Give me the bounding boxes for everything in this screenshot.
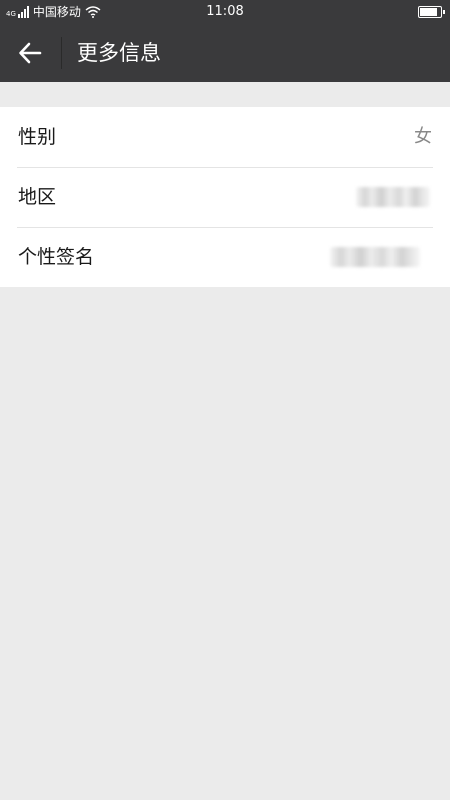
page-title: 更多信息 xyxy=(77,41,161,65)
battery-level xyxy=(420,8,437,16)
signature-value-blurred xyxy=(330,247,420,267)
back-button[interactable] xyxy=(12,35,48,71)
list-item-region[interactable]: 地区 xyxy=(0,167,450,227)
signature-label: 个性签名 xyxy=(18,246,95,268)
gender-label: 性别 xyxy=(18,126,57,148)
app-header: 更多信息 xyxy=(0,24,450,82)
region-value-blurred xyxy=(356,187,430,207)
list-item-signature[interactable]: 个性签名 xyxy=(0,227,450,287)
back-arrow-icon xyxy=(19,42,42,64)
status-time: 11:08 xyxy=(206,4,244,19)
header-divider xyxy=(61,37,62,69)
list-item-gender[interactable]: 性别 女 xyxy=(0,107,450,167)
status-bar: 4G 中国移动 11:08 xyxy=(0,0,450,24)
info-list: 性别 女 地区 个性签名 xyxy=(0,107,450,287)
region-label: 地区 xyxy=(18,186,57,208)
gender-value: 女 xyxy=(414,126,432,147)
battery-icon xyxy=(418,6,445,18)
